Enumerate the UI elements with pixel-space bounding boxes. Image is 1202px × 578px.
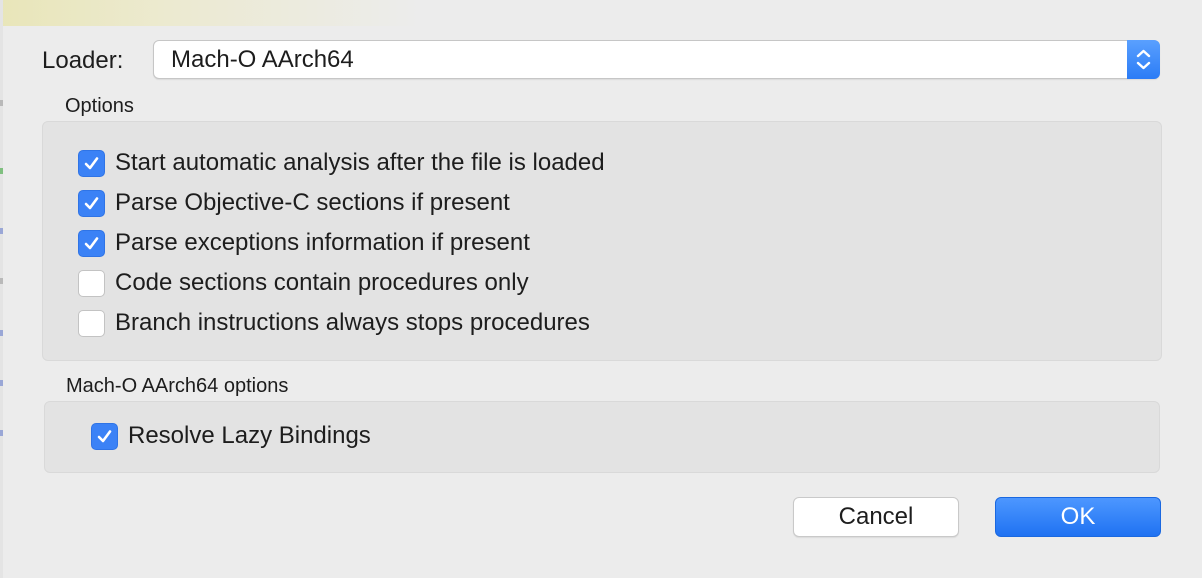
loader-label: Loader: — [42, 47, 124, 74]
option-parse-exceptions[interactable]: Parse exceptions information if present — [78, 228, 530, 258]
edge-mark — [0, 380, 3, 386]
up-down-chevron-icon — [1136, 49, 1151, 70]
option-parse-objective-c[interactable]: Parse Objective-C sections if present — [78, 188, 510, 218]
checkmark-icon — [84, 196, 99, 209]
checkmark-icon — [84, 156, 99, 169]
window-edge — [0, 0, 3, 578]
option-code-sections-procedures-only[interactable]: Code sections contain procedures only — [78, 268, 529, 298]
checkmark-icon — [84, 236, 99, 249]
checkmark-icon — [97, 429, 112, 442]
checkbox[interactable] — [78, 309, 105, 337]
checkbox-label: Start automatic analysis after the file … — [115, 149, 605, 176]
checkbox-label: Code sections contain procedures only — [115, 269, 529, 296]
background-glow — [0, 0, 420, 26]
loader-stepper[interactable] — [1127, 40, 1160, 79]
macho-options-group-title: Mach-O AArch64 options — [66, 375, 289, 397]
edge-mark — [0, 330, 3, 336]
option-branch-stops-procedures[interactable]: Branch instructions always stops procedu… — [78, 308, 590, 338]
edge-mark — [0, 100, 3, 106]
edge-mark — [0, 228, 3, 234]
checkbox[interactable] — [91, 422, 118, 450]
loader-select[interactable]: Mach-O AArch64 — [153, 40, 1160, 79]
cancel-button[interactable]: Cancel — [793, 497, 959, 537]
ok-button[interactable]: OK — [995, 497, 1161, 537]
option-start-automatic-analysis[interactable]: Start automatic analysis after the file … — [78, 148, 605, 178]
edge-mark — [0, 278, 3, 284]
checkbox[interactable] — [78, 189, 105, 217]
options-group-title: Options — [65, 95, 134, 117]
option-resolve-lazy-bindings[interactable]: Resolve Lazy Bindings — [91, 421, 371, 451]
checkbox-label: Resolve Lazy Bindings — [128, 422, 371, 449]
edge-mark — [0, 168, 3, 174]
edge-mark — [0, 430, 3, 436]
loader-selected-value: Mach-O AArch64 — [171, 46, 354, 73]
checkbox-label: Parse Objective-C sections if present — [115, 189, 510, 216]
checkbox[interactable] — [78, 149, 105, 177]
checkbox-label: Parse exceptions information if present — [115, 229, 530, 256]
checkbox[interactable] — [78, 229, 105, 257]
checkbox-label: Branch instructions always stops procedu… — [115, 309, 590, 336]
checkbox[interactable] — [78, 269, 105, 297]
